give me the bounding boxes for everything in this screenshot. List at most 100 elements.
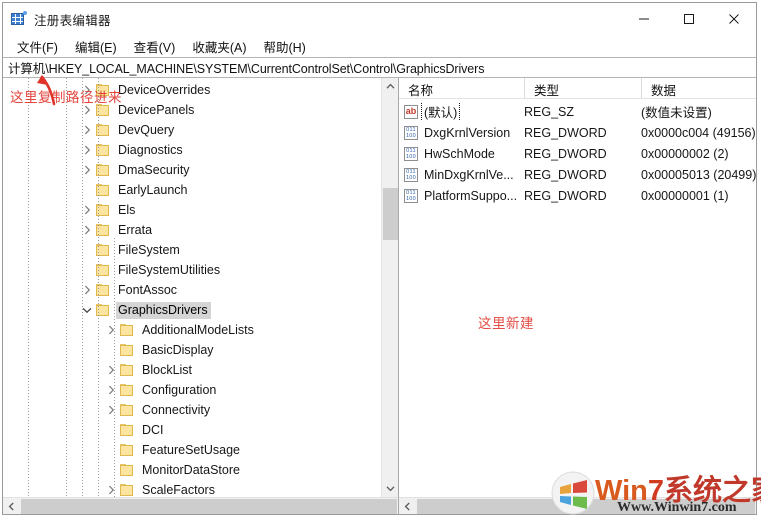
column-header-name[interactable]: 名称 [399, 78, 524, 98]
folder-icon [95, 223, 111, 237]
tree-item-additionalmodelists[interactable]: AdditionalModeLists [3, 320, 398, 340]
tree-item-dmasecurity[interactable]: DmaSecurity [3, 160, 398, 180]
chevron-right-icon[interactable] [103, 360, 119, 380]
value-name: MinDxgKrnlVe... [424, 167, 514, 182]
menu-view[interactable]: 查看(V) [126, 35, 185, 58]
title-bar[interactable]: 注册表编辑器 [3, 3, 756, 35]
chevron-right-icon[interactable] [103, 380, 119, 400]
menu-favorites[interactable]: 收藏夹(A) [184, 35, 255, 58]
tree-item-label: BlockList [142, 362, 193, 377]
value-name: (默认) [420, 102, 461, 121]
value-type: REG_DWORD [524, 188, 607, 203]
value-row[interactable]: DxgKrnlVersion REG_DWORD 0x0000c004 (49156… [399, 122, 756, 143]
chevron-down-icon[interactable] [79, 300, 95, 320]
menu-file[interactable]: 文件(F) [9, 35, 67, 58]
scroll-up-icon[interactable] [382, 78, 398, 95]
column-header-type[interactable]: 类型 [524, 78, 641, 98]
address-bar[interactable]: 计算机\HKEY_LOCAL_MACHINE\SYSTEM\CurrentCon… [3, 57, 756, 78]
tree-item-basicdisplay[interactable]: BasicDisplay [3, 340, 398, 360]
tree-item-label: Diagnostics [118, 142, 183, 157]
value-data: 0x00005013 (20499) [641, 167, 756, 182]
tree-item-scalefactors[interactable]: ScaleFactors [3, 480, 398, 497]
tree-item-filesystem[interactable]: FileSystem [3, 240, 398, 260]
dword-value-icon [404, 125, 418, 140]
tree-item-label: ScaleFactors [142, 482, 215, 497]
tree-item-label: DCI [142, 422, 164, 437]
value-row[interactable]: PlatformSuppo... REG_DWORD 0x00000001 (1) [399, 185, 756, 206]
tree-scroll-thumb[interactable] [383, 188, 398, 240]
close-icon[interactable] [711, 3, 756, 35]
tree-item-filesystemutilities[interactable]: FileSystemUtilities [3, 260, 398, 280]
tree-item-label: MonitorDataStore [142, 462, 240, 477]
tree-item-label: EarlyLaunch [118, 182, 188, 197]
tree-item-deviceoverrides[interactable]: DeviceOverrides [3, 80, 398, 100]
value-name-cell: (默认) [399, 102, 524, 121]
tree-item-label: Els [118, 202, 136, 217]
tree-item-configuration[interactable]: Configuration [3, 380, 398, 400]
maximize-icon[interactable] [666, 3, 711, 35]
folder-icon [95, 143, 111, 157]
folder-icon [95, 163, 111, 177]
folder-icon [95, 283, 111, 297]
column-header-data[interactable]: 数据 [641, 78, 756, 98]
scroll-down-icon[interactable] [382, 480, 398, 497]
chevron-right-icon[interactable] [79, 80, 95, 100]
value-name-cell: HwSchMode [399, 146, 524, 161]
tree-hscroll-thumb[interactable] [21, 498, 397, 514]
window-title: 注册表编辑器 [34, 13, 111, 28]
chevron-right-icon[interactable] [79, 100, 95, 120]
tree-item-els[interactable]: Els [3, 200, 398, 220]
tree-item-label: FeatureSetUsage [142, 442, 240, 457]
chevron-right-icon[interactable] [103, 320, 119, 340]
chevron-right-icon[interactable] [79, 160, 95, 180]
value-row[interactable]: HwSchMode REG_DWORD 0x00000002 (2) [399, 143, 756, 164]
tree-item-label: DevQuery [118, 122, 175, 137]
tree-item-diagnostics[interactable]: Diagnostics [3, 140, 398, 160]
menu-edit[interactable]: 编辑(E) [67, 35, 126, 58]
tree-horizontal-scrollbar[interactable] [3, 497, 398, 514]
tree-item-blocklist[interactable]: BlockList [3, 360, 398, 380]
menu-help[interactable]: 帮助(H) [255, 35, 314, 58]
folder-icon [95, 263, 111, 277]
value-row[interactable]: (默认) REG_SZ (数值未设置) [399, 101, 756, 122]
tree-item-earlylaunch[interactable]: EarlyLaunch [3, 180, 398, 200]
values-column-header: 名称 类型 数据 [399, 78, 756, 99]
scroll-left-icon[interactable] [3, 498, 20, 514]
tree-vertical-scrollbar[interactable] [381, 78, 398, 497]
value-name-cell: MinDxgKrnlVe... [399, 167, 524, 182]
chevron-right-icon[interactable] [79, 140, 95, 160]
folder-icon [95, 203, 111, 217]
chevron-right-icon[interactable] [103, 400, 119, 420]
values-horizontal-scrollbar[interactable] [399, 497, 756, 514]
value-name: PlatformSuppo... [424, 188, 518, 203]
folder-icon [119, 423, 135, 437]
values-hscroll-thumb[interactable] [417, 498, 755, 514]
chevron-right-icon[interactable] [79, 200, 95, 220]
chevron-right-icon[interactable] [79, 220, 95, 240]
chevron-right-icon[interactable] [79, 120, 95, 140]
tree-item-fontassoc[interactable]: FontAssoc [3, 280, 398, 300]
tree-item-connectivity[interactable]: Connectivity [3, 400, 398, 420]
chevron-right-icon[interactable] [103, 480, 119, 497]
value-row[interactable]: MinDxgKrnlVe... REG_DWORD 0x00005013 (2049… [399, 164, 756, 185]
chevron-right-icon[interactable] [79, 280, 95, 300]
tree-item-featuresetusage[interactable]: FeatureSetUsage [3, 440, 398, 460]
scroll-left-icon[interactable] [399, 498, 416, 514]
tree-item-dci[interactable]: DCI [3, 420, 398, 440]
tree-item-errata[interactable]: Errata [3, 220, 398, 240]
folder-icon [119, 343, 135, 357]
registry-editor-window: 注册表编辑器 文件(F) 编辑(E) 查看(V) 收藏夹(A) 帮助(H) 计算… [2, 2, 757, 515]
folder-icon [119, 383, 135, 397]
tree-item-devquery[interactable]: DevQuery [3, 120, 398, 140]
value-name-cell: DxgKrnlVersion [399, 125, 524, 140]
registry-editor-icon [11, 11, 27, 27]
value-data: 0x00000001 (1) [641, 188, 729, 203]
tree-item-devicepanels[interactable]: DevicePanels [3, 100, 398, 120]
registry-tree-pane: DeviceOverrides DevicePanels DevQuery Diagn… [3, 78, 399, 514]
tree-item-graphicsdrivers[interactable]: GraphicsDrivers [3, 300, 398, 320]
value-name-cell: PlatformSuppo... [399, 188, 524, 203]
minimize-icon[interactable] [621, 3, 666, 35]
tree-item-monitordatastore[interactable]: MonitorDataStore [3, 460, 398, 480]
